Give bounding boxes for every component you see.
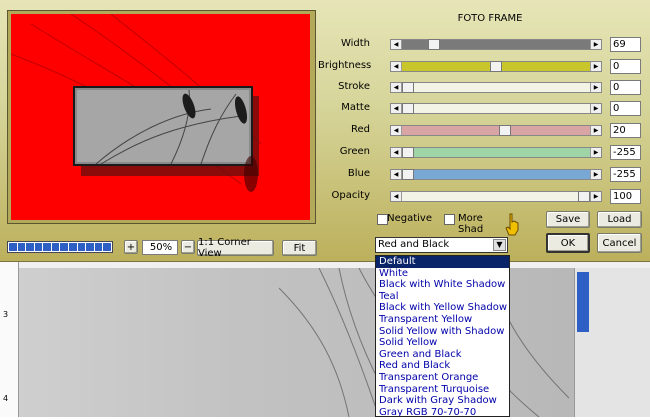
dialog-title: FOTO FRAME bbox=[457, 13, 523, 24]
slider-matte[interactable]: ◀ ▶ bbox=[390, 103, 602, 114]
slider-value-stroke[interactable]: 0 bbox=[610, 80, 641, 95]
arrow-left-icon[interactable]: ◀ bbox=[391, 40, 402, 49]
slider-red[interactable]: ◀ ▶ bbox=[390, 125, 602, 136]
preset-option[interactable]: Gray RGB 70-70-70 bbox=[376, 407, 509, 416]
slider-blue[interactable]: ◀ ▶ bbox=[390, 169, 602, 180]
arrow-left-icon[interactable]: ◀ bbox=[391, 192, 402, 201]
slider-label-matte: Matte bbox=[341, 102, 370, 113]
arrow-right-icon[interactable]: ▶ bbox=[590, 83, 601, 92]
preview-wheat-image bbox=[11, 14, 310, 220]
arrow-right-icon[interactable]: ▶ bbox=[590, 170, 601, 179]
slider-thumb[interactable] bbox=[402, 103, 414, 114]
fit-button[interactable]: Fit bbox=[282, 240, 317, 256]
arrow-right-icon[interactable]: ▶ bbox=[590, 148, 601, 157]
arrow-left-icon[interactable]: ◀ bbox=[391, 148, 402, 157]
slider-green[interactable]: ◀ ▶ bbox=[390, 147, 602, 158]
arrow-left-icon[interactable]: ◀ bbox=[391, 62, 402, 71]
slider-width[interactable]: ◀ ▶ bbox=[390, 39, 602, 50]
zoom-level-field[interactable]: 50% bbox=[142, 240, 178, 255]
more-shadow-checkbox[interactable] bbox=[444, 214, 455, 225]
negative-label: Negative bbox=[387, 213, 432, 224]
slider-value-red[interactable]: 20 bbox=[610, 123, 641, 138]
preset-option[interactable]: Transparent Turquoise bbox=[376, 384, 509, 396]
hand-pointer-icon bbox=[505, 213, 519, 236]
slider-thumb[interactable] bbox=[402, 169, 414, 180]
foto-frame-dialog: + 50% − 1:1 Corner View Fit FOTO FRAME W… bbox=[0, 0, 650, 262]
frame-preset-value: Red and Black bbox=[378, 239, 450, 250]
slider-label-stroke: Stroke bbox=[338, 81, 370, 92]
arrow-right-icon[interactable]: ▶ bbox=[590, 126, 601, 135]
slider-label-red: Red bbox=[351, 124, 370, 135]
cancel-button[interactable]: Cancel bbox=[597, 233, 642, 253]
slider-label-blue: Blue bbox=[347, 168, 370, 179]
slider-label-brightness: Brightness bbox=[318, 60, 372, 71]
preset-option[interactable]: Red and Black bbox=[376, 360, 509, 372]
slider-thumb[interactable] bbox=[402, 147, 414, 158]
slider-thumb[interactable] bbox=[490, 61, 502, 72]
chevron-down-icon[interactable]: ▼ bbox=[493, 239, 506, 251]
slider-thumb[interactable] bbox=[402, 82, 414, 93]
preset-option[interactable]: Solid Yellow with Shadow bbox=[376, 326, 509, 338]
slider-stroke[interactable]: ◀ ▶ bbox=[390, 82, 602, 93]
save-button[interactable]: Save bbox=[546, 211, 590, 228]
slider-value-matte[interactable]: 0 bbox=[610, 101, 641, 116]
preview-image bbox=[11, 14, 310, 220]
frame-preset-list[interactable]: Default White Black with White Shadow Teal B… bbox=[375, 255, 510, 417]
slider-value-opacity[interactable]: 100 bbox=[610, 189, 641, 204]
slider-label-width: Width bbox=[340, 38, 370, 49]
ruler-mark: 3 bbox=[3, 310, 9, 319]
preset-option[interactable]: Black with White Shadow bbox=[376, 279, 509, 291]
slider-thumb[interactable] bbox=[498, 125, 511, 136]
vertical-ruler: 3 4 bbox=[0, 262, 19, 417]
arrow-left-icon[interactable]: ◀ bbox=[391, 104, 402, 113]
preset-option[interactable]: Transparent Orange bbox=[376, 372, 509, 384]
preview-pane bbox=[7, 10, 316, 224]
preset-option[interactable]: Solid Yellow bbox=[376, 337, 509, 349]
ruler-mark: 4 bbox=[3, 394, 9, 403]
arrow-right-icon[interactable]: ▶ bbox=[590, 192, 601, 201]
preset-option[interactable]: Transparent Yellow bbox=[376, 314, 509, 326]
slider-opacity[interactable]: ◀ ▶ bbox=[390, 191, 602, 202]
arrow-left-icon[interactable]: ◀ bbox=[391, 126, 402, 135]
arrow-left-icon[interactable]: ◀ bbox=[391, 170, 402, 179]
slider-label-green: Green bbox=[339, 146, 370, 157]
scrollbar-thumb[interactable] bbox=[577, 272, 589, 332]
right-panel bbox=[574, 268, 650, 417]
arrow-right-icon[interactable]: ▶ bbox=[590, 40, 601, 49]
zoom-out-button[interactable]: − bbox=[181, 240, 195, 254]
arrow-right-icon[interactable]: ▶ bbox=[590, 62, 601, 71]
frame-preset-select[interactable]: Red and Black ▼ bbox=[375, 237, 508, 253]
arrow-left-icon[interactable]: ◀ bbox=[391, 83, 402, 92]
slider-brightness[interactable]: ◀ ▶ bbox=[390, 61, 602, 72]
arrow-right-icon[interactable]: ▶ bbox=[590, 104, 601, 113]
preset-option[interactable]: Black with Yellow Shadow bbox=[376, 302, 509, 314]
preset-option[interactable]: Teal bbox=[376, 291, 509, 303]
load-button[interactable]: Load bbox=[597, 211, 642, 228]
preset-option[interactable]: White bbox=[376, 268, 509, 280]
progress-bar bbox=[7, 241, 113, 253]
ok-button[interactable]: OK bbox=[546, 233, 590, 253]
more-shadow-label: More Shad bbox=[458, 213, 484, 235]
slider-value-brightness[interactable]: 0 bbox=[610, 59, 641, 74]
slider-label-opacity: Opacity bbox=[331, 190, 370, 201]
corner-view-button[interactable]: 1:1 Corner View bbox=[197, 237, 274, 259]
slider-value-blue[interactable]: -255 bbox=[610, 167, 641, 182]
slider-value-width[interactable]: 69 bbox=[610, 37, 641, 52]
slider-thumb[interactable] bbox=[578, 191, 590, 202]
slider-value-green[interactable]: -255 bbox=[610, 145, 641, 160]
zoom-in-button[interactable]: + bbox=[124, 240, 138, 254]
preset-option[interactable]: Green and Black bbox=[376, 349, 509, 361]
slider-thumb[interactable] bbox=[428, 39, 441, 50]
preset-option[interactable]: Default bbox=[376, 256, 509, 268]
preset-option[interactable]: Dark with Gray Shadow bbox=[376, 395, 509, 407]
